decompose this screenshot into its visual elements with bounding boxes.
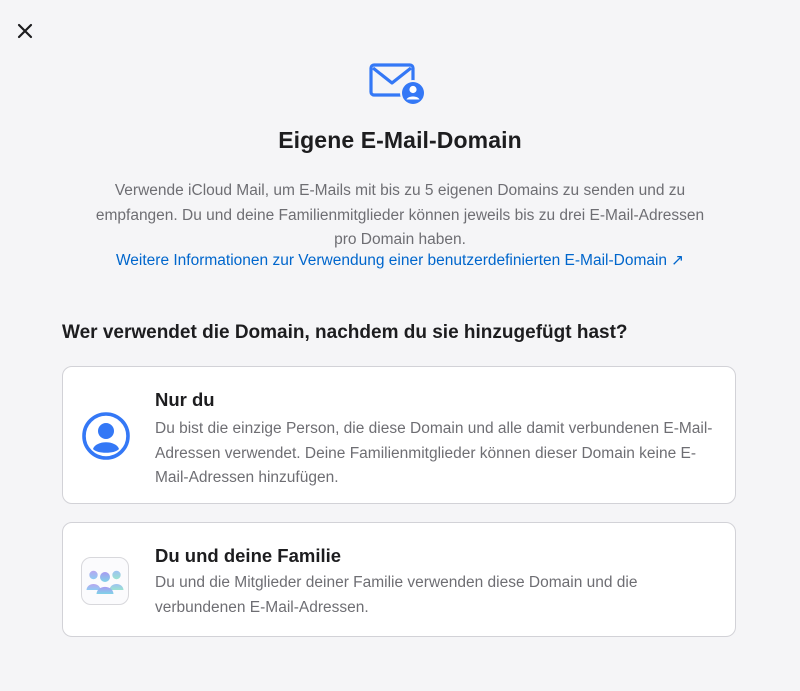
family-icon [86,570,124,594]
option-you-and-family[interactable]: Du und deine Familie Du und die Mitglied… [62,522,736,637]
page-title: Eigene E-Mail-Domain [278,127,522,153]
option-title: Du und deine Familie [155,545,342,566]
description-text: Verwende iCloud Mail, um E-Mails mit bis… [95,182,705,248]
mail-person-icon [369,63,426,106]
option-only-you[interactable]: Nur du Du bist die einzige Person, die d… [62,366,736,504]
option-title: Nur du [155,389,215,410]
usage-question: Wer verwendet die Domain, nachdem du sie… [62,322,628,343]
close-button[interactable] [12,18,38,44]
more-info-link[interactable]: Weitere Informationen zur Verwendung ein… [0,251,800,270]
external-link-icon: ↗ [671,252,685,269]
option-description: Du bist die einzige Person, die diese Do… [155,420,713,486]
option-description: Du und die Mitglieder deiner Familie ver… [155,574,638,616]
person-circle-icon [82,412,130,460]
close-icon [17,23,33,39]
custom-domain-dialog: Eigene E-Mail-Domain Verwende iCloud Mai… [0,0,800,691]
family-icon-tile [81,557,129,605]
more-info-link-label: Weitere Informationen zur Verwendung ein… [115,252,668,269]
